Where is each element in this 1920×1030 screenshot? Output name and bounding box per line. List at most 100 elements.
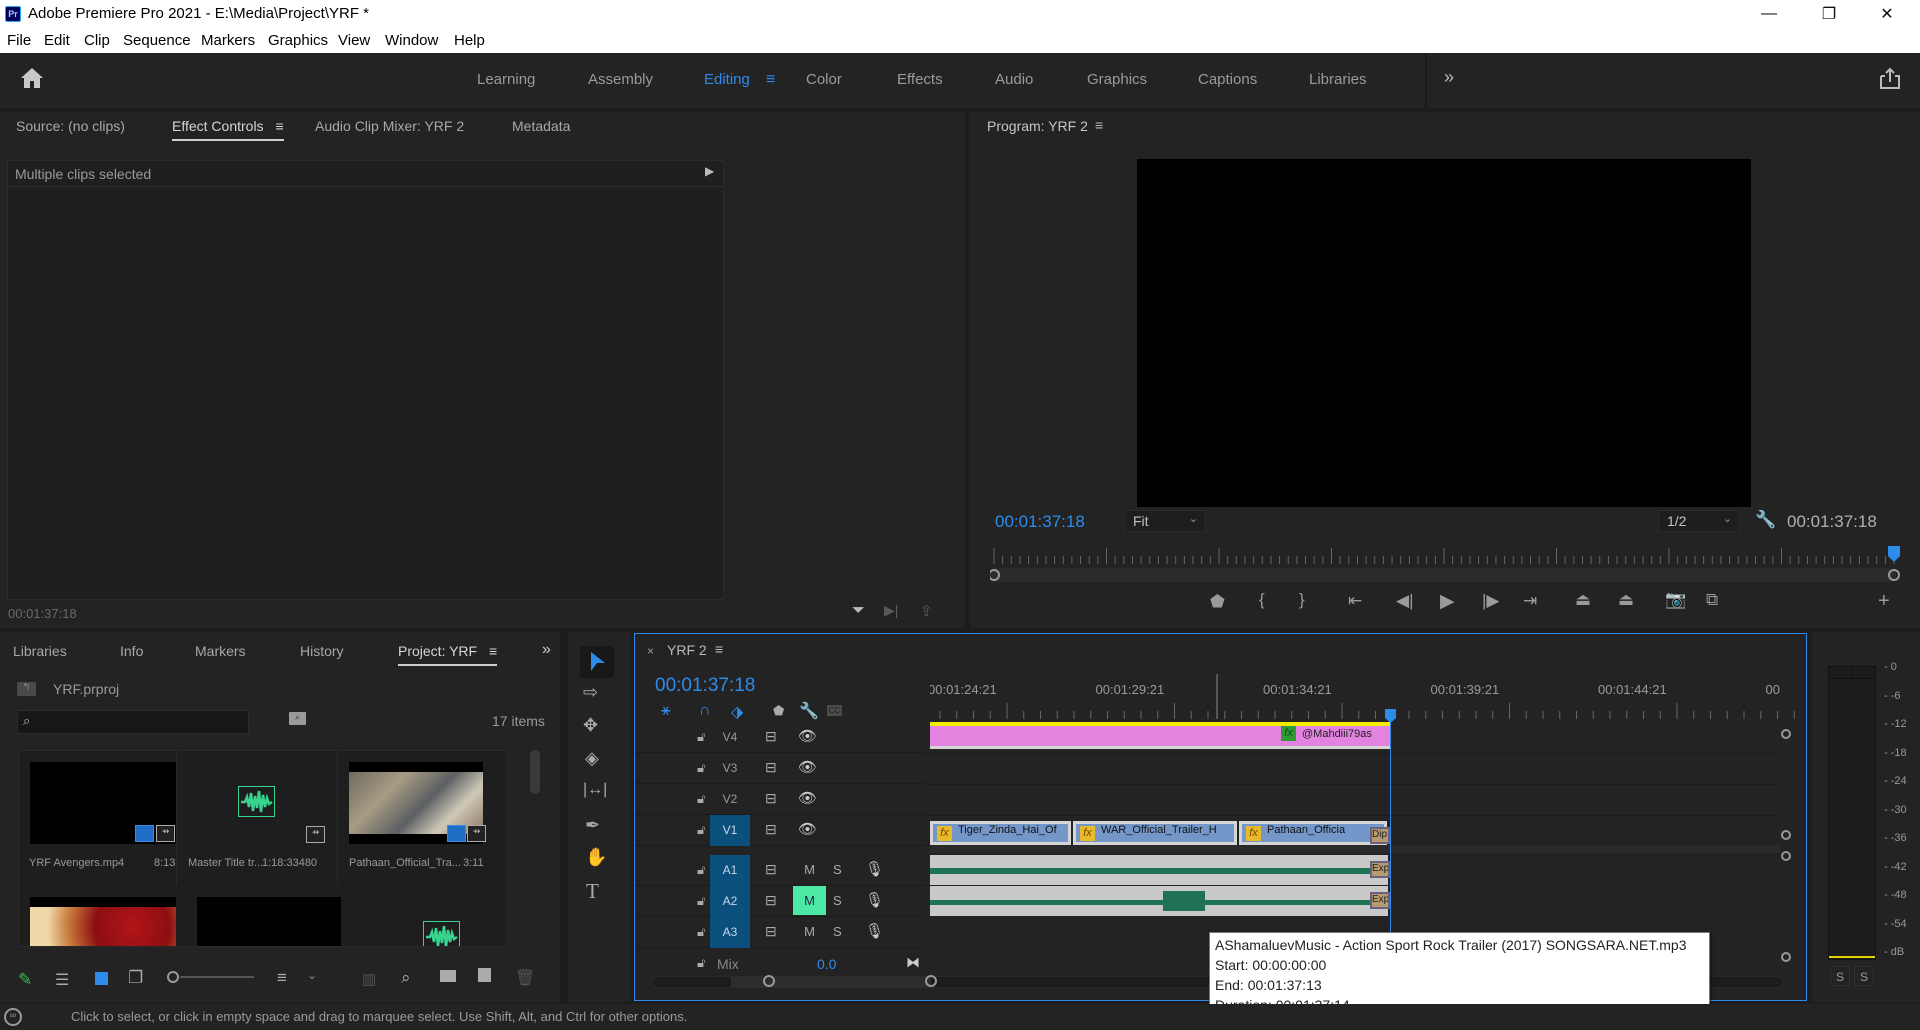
program-video-frame[interactable] xyxy=(1137,159,1751,507)
video-scroll-handle[interactable] xyxy=(1781,830,1791,840)
expand-collapse-icon[interactable]: ⧓ xyxy=(906,954,920,971)
lock-icon[interactable]: 🔓︎ xyxy=(697,924,705,940)
type-tool-icon[interactable]: T xyxy=(586,879,599,904)
clip-v4[interactable]: fx @Mahdiii79as xyxy=(930,726,1390,749)
sort-icons-icon[interactable]: ≡ xyxy=(277,968,287,988)
hand-tool-icon[interactable]: ✋ xyxy=(585,847,607,868)
menu-graphics[interactable]: Graphics xyxy=(268,32,328,49)
razor-tool-icon[interactable]: ◈ xyxy=(585,748,599,769)
panel-menu-icon[interactable]: ≡ xyxy=(1095,117,1103,133)
pen-tool-icon[interactable]: ✒ xyxy=(585,815,600,836)
menu-sequence[interactable]: Sequence xyxy=(123,32,191,49)
lock-icon[interactable]: 🔓︎ xyxy=(697,729,705,745)
solo-button[interactable]: S xyxy=(833,862,842,877)
solo-button[interactable]: S xyxy=(833,924,842,939)
mix-value[interactable]: 0.0 xyxy=(817,956,836,972)
automate-to-sequence-icon[interactable]: ▥ xyxy=(362,970,376,988)
track-select-forward-tool-icon[interactable]: ⇨ xyxy=(583,682,598,703)
write-pencil-icon[interactable]: ✎ xyxy=(18,970,32,990)
parent-folder-icon[interactable]: ↰ xyxy=(17,682,36,696)
track-target-v2[interactable]: V2 xyxy=(710,784,750,815)
workspace-editing[interactable]: Editing xyxy=(704,71,750,88)
chevron-down-icon[interactable]: ⌄ xyxy=(307,968,317,982)
lock-icon[interactable]: 🔓︎ xyxy=(697,893,705,909)
video-scroll-handle[interactable] xyxy=(1781,729,1791,739)
minimize-button[interactable]: — xyxy=(1740,0,1798,28)
nest-sequence-icon[interactable]: ⚹ xyxy=(661,702,671,720)
slip-tool-icon[interactable]: |↔| xyxy=(583,781,607,799)
tab-history[interactable]: History xyxy=(300,643,344,659)
sequence-name[interactable]: YRF 2 xyxy=(667,642,707,658)
track-target-v1[interactable]: V1 xyxy=(710,815,750,846)
lock-icon[interactable]: 🔓︎ xyxy=(697,760,705,776)
comparison-view-icon[interactable]: ⧉ xyxy=(1706,590,1718,610)
exp-transition[interactable]: Exp xyxy=(1370,892,1390,909)
lock-icon[interactable]: 🔓︎ xyxy=(697,791,705,807)
clip-a1[interactable] xyxy=(930,855,1388,885)
menu-help[interactable]: Help xyxy=(454,32,485,49)
selection-tool[interactable] xyxy=(580,646,614,678)
sync-lock-icon[interactable]: ⊟ xyxy=(765,759,777,776)
audio-scroll-handle[interactable] xyxy=(1781,952,1791,962)
clip-v1[interactable]: fx Pathaan_Officia xyxy=(1239,821,1387,845)
tab-project[interactable]: Project: YRF ≡ xyxy=(398,643,498,666)
tab-markers[interactable]: Markers xyxy=(195,643,246,659)
workspace-captions[interactable]: Captions xyxy=(1198,71,1257,88)
clip-v1[interactable]: fx WAR_Official_Trailer_H xyxy=(1073,821,1237,845)
tab-audio-clip-mixer[interactable]: Audio Clip Mixer: YRF 2 xyxy=(315,118,464,134)
workspace-graphics[interactable]: Graphics xyxy=(1087,71,1147,88)
captions-cc-icon[interactable]: CC xyxy=(827,705,842,716)
add-marker-icon[interactable]: ⬟ xyxy=(773,703,784,719)
workspace-assembly[interactable]: Assembly xyxy=(588,71,653,88)
menu-file[interactable]: File xyxy=(7,32,31,49)
track-target-a1[interactable]: A1 xyxy=(710,855,750,886)
menu-clip[interactable]: Clip xyxy=(84,32,110,49)
play-icon[interactable]: ▶ xyxy=(1440,590,1455,613)
sync-lock-icon[interactable]: ⊟ xyxy=(765,923,777,940)
eye-icon[interactable]: 👁︎ xyxy=(798,820,817,838)
track-target-a3[interactable]: A3 xyxy=(710,917,750,948)
sync-lock-icon[interactable]: ⊟ xyxy=(765,790,777,807)
workspace-effects[interactable]: Effects xyxy=(897,71,943,88)
trash-icon[interactable]: 🗑 xyxy=(515,968,535,988)
menu-window[interactable]: Window xyxy=(385,32,438,49)
tab-metadata[interactable]: Metadata xyxy=(512,118,570,134)
lock-icon[interactable]: 🔓︎ xyxy=(697,862,705,878)
lock-icon[interactable]: 🔓︎ xyxy=(697,955,705,971)
zoom-handle-left[interactable] xyxy=(763,975,775,987)
workspace-libraries[interactable]: Libraries xyxy=(1309,71,1367,88)
workspace-menu-icon[interactable]: ≡ xyxy=(766,71,775,89)
voiceover-mic-icon[interactable]: 🎙︎ xyxy=(865,860,884,878)
clip-v1[interactable]: fx Tiger_Zinda_Hai_Of xyxy=(930,821,1071,845)
workspace-color[interactable]: Color xyxy=(806,71,842,88)
list-view-icon[interactable]: ☰ xyxy=(55,970,69,990)
dip-transition[interactable]: Dip xyxy=(1370,827,1390,844)
project-scrollbar[interactable] xyxy=(530,750,540,794)
lock-icon[interactable]: 🔓︎ xyxy=(697,822,705,838)
button-editor-plus-icon[interactable]: + xyxy=(1878,590,1890,613)
play-audio-icon[interactable]: ▶| xyxy=(884,602,898,619)
mute-button[interactable]: M xyxy=(793,855,826,884)
thumbnail-size-slider[interactable] xyxy=(180,976,254,978)
close-sequence-icon[interactable]: × xyxy=(647,644,654,658)
filter-icon[interactable]: ⏷ xyxy=(852,602,865,620)
panel-menu-icon[interactable]: ≡ xyxy=(489,643,497,659)
more-panels-button[interactable]: » xyxy=(542,641,551,659)
mark-in-icon[interactable]: { xyxy=(1259,590,1265,610)
go-to-in-icon[interactable]: ⇤ xyxy=(1348,591,1362,611)
zoom-scrollbar-thumb[interactable] xyxy=(731,976,931,988)
more-workspaces-button[interactable]: » xyxy=(1444,67,1454,88)
tab-libraries[interactable]: Libraries xyxy=(13,643,67,659)
timeline-timecode[interactable]: 00:01:37:18 xyxy=(655,675,755,697)
linked-selection-icon[interactable]: ⬗ xyxy=(731,702,743,722)
add-marker-icon[interactable]: ⬟ xyxy=(1210,592,1225,612)
eye-icon[interactable]: 👁︎ xyxy=(798,758,817,776)
project-search-input[interactable]: ⌕ xyxy=(17,710,249,734)
export-icon[interactable]: ⇪ xyxy=(920,602,933,620)
lift-icon[interactable]: ⏏ xyxy=(1575,590,1591,610)
workspace-learning[interactable]: Learning xyxy=(477,71,535,88)
voiceover-mic-icon[interactable]: 🎙︎ xyxy=(865,922,884,940)
search-field[interactable] xyxy=(42,713,242,731)
project-item[interactable]: ⇸ Master Title tr... 1:18:33480 xyxy=(178,751,338,885)
solo-left-button[interactable]: S xyxy=(1830,966,1850,986)
